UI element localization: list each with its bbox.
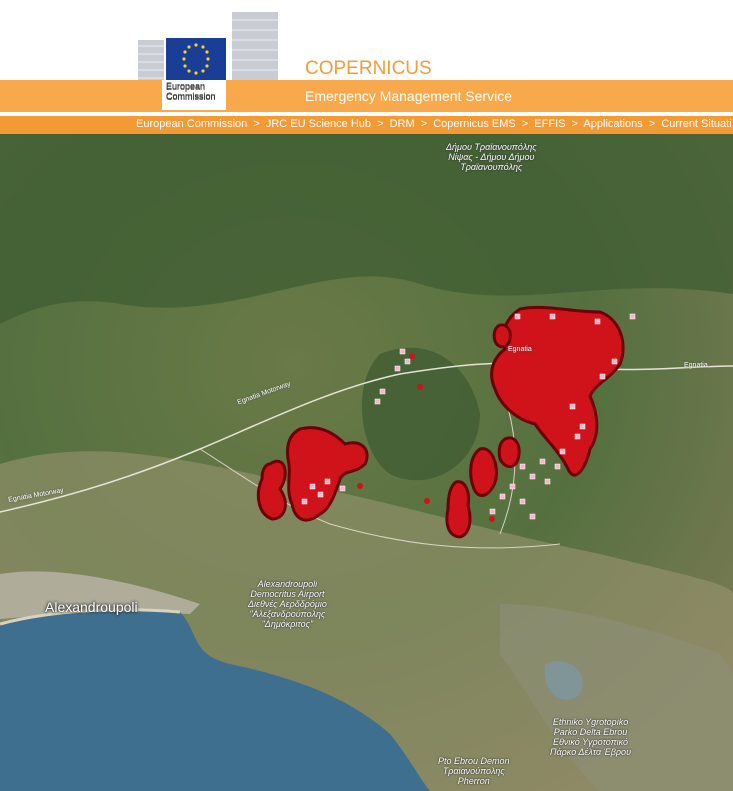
road-label: Egnatia xyxy=(684,362,708,369)
breadcrumb-list: European Commission > JRC EU Science Hub… xyxy=(136,118,732,130)
park-label-line: Πάρκο Δέλτα Έβρου xyxy=(550,747,632,757)
park-label-line: Parko Delta Ebrou xyxy=(553,727,628,737)
park-label-line: Ethniko Ygrotopiko xyxy=(552,717,629,727)
breadcrumb-item-current-situation[interactable]: Current Situati xyxy=(661,118,731,130)
park-label: Ethniko Ygrotopiko Parko Delta Ebrou Εθν… xyxy=(550,717,631,757)
breadcrumb-item-applications[interactable]: Applications xyxy=(583,118,642,130)
south-label: Pto Ebrou Demon Τραϊανούπολης Pherron xyxy=(438,756,510,786)
breadcrumb-item-copernicus-ems[interactable]: Copernicus EMS xyxy=(433,118,516,130)
map-canvas[interactable] xyxy=(0,134,733,791)
site-subtitle: Emergency Management Service xyxy=(305,88,512,104)
logo-caption: European Commission xyxy=(166,81,216,101)
town-label-line: Τραϊανουπόλης xyxy=(460,162,523,172)
header: European Commission COPERNICUS xyxy=(0,0,733,110)
park-label-line: Εθνικό Υγροτοπικό xyxy=(552,737,629,747)
town-label-line: Νίψας - Δήμου Δήμου xyxy=(448,152,535,162)
airport-label-line: Alexandroupoli xyxy=(257,579,318,589)
airport-label-line: "Αλεξανδρούπολης xyxy=(249,609,326,619)
fire-map[interactable]: Alexandroupoli Alexandroupoli Democritus… xyxy=(0,134,733,791)
logo-caption-line1: European xyxy=(166,81,206,91)
town-label-line: Δήμου Τραϊανουπόλης xyxy=(446,142,537,152)
logo-caption-line2: Commission xyxy=(166,91,216,101)
airport-label-line: Διεθνές Αερδδρόμιο xyxy=(248,599,327,609)
breadcrumb-item-jrc[interactable]: JRC EU Science Hub xyxy=(266,118,371,130)
breadcrumb-item-drm[interactable]: DRM xyxy=(390,118,415,130)
breadcrumb-separator: > xyxy=(420,118,428,130)
site-title[interactable]: COPERNICUS xyxy=(305,58,432,80)
breadcrumb-separator: > xyxy=(253,118,260,130)
airport-label-line: "Δημόκριτος" xyxy=(261,619,314,629)
breadcrumb-separator: > xyxy=(571,118,578,130)
town-label: Δήμου Τραϊανουπόλης Νίψας - Δήμου Δήμου … xyxy=(446,142,537,172)
breadcrumb-item-european-commission[interactable]: European Commission xyxy=(136,118,247,130)
breadcrumb-separator: > xyxy=(521,118,529,130)
south-label-line: Pherron xyxy=(457,776,490,786)
breadcrumb-separator: > xyxy=(648,118,656,130)
south-label-line: Τραϊανούπολης xyxy=(442,766,505,776)
road-label: Egnatia xyxy=(508,346,532,353)
airport-label: Alexandroupoli Democritus Airport Διεθνέ… xyxy=(248,579,327,629)
airport-label-line: Democritus Airport xyxy=(250,589,325,599)
city-label-alexandroupoli: Alexandroupoli xyxy=(45,599,138,615)
breadcrumb-item-effis[interactable]: EFFIS xyxy=(534,118,565,130)
south-label-line: Pto Ebrou Demon xyxy=(438,756,510,766)
breadcrumb: European Commission > JRC EU Science Hub… xyxy=(0,116,733,134)
breadcrumb-separator: > xyxy=(377,118,384,130)
